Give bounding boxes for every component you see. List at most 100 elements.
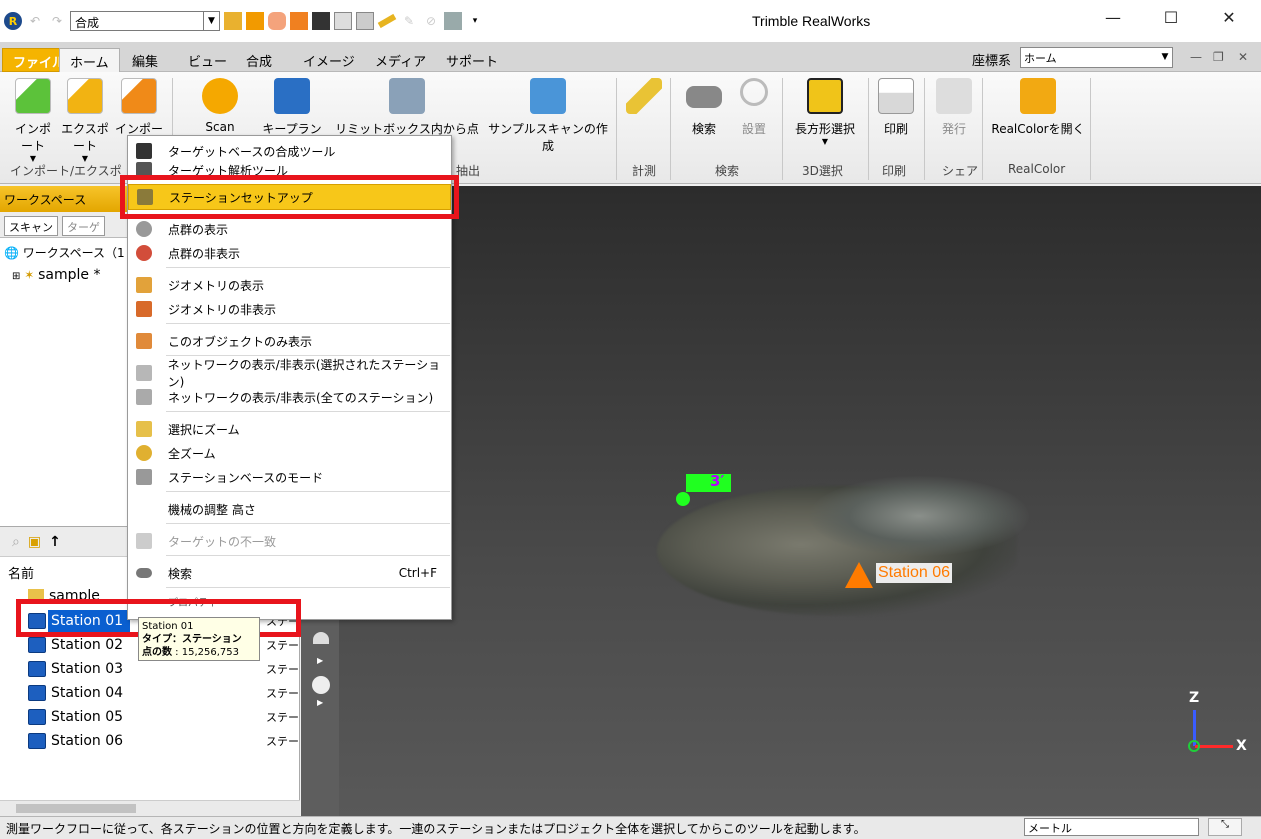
realcolor-open-button[interactable]: RealColorを開く xyxy=(990,78,1086,137)
search-button-label: 検索 xyxy=(691,122,716,136)
rectangle-select-button[interactable]: 長方形選択 ▼ xyxy=(788,78,862,146)
customize-arrow-icon[interactable]: ▾ xyxy=(466,12,484,30)
print-button[interactable]: 印刷 xyxy=(876,78,916,137)
hand-icon[interactable] xyxy=(268,12,286,30)
chevron-right-icon[interactable]: ▶ xyxy=(317,656,323,665)
list-item-station-02[interactable]: Station 02 ステー xyxy=(28,634,299,656)
measure-icon[interactable] xyxy=(377,13,397,29)
mdi-minimize-icon[interactable]: — xyxy=(1190,50,1202,64)
mdi-restore-icon[interactable]: ❐ xyxy=(1213,50,1224,64)
tab-image[interactable]: イメージ xyxy=(293,48,365,72)
unit-field[interactable]: メートル xyxy=(1024,818,1199,836)
isolate-icon xyxy=(136,333,152,349)
group-label-search: 検索 xyxy=(715,164,740,178)
up-arrow-icon[interactable]: ↑ xyxy=(49,534,61,550)
network-all-icon xyxy=(136,389,152,405)
pen-icon[interactable]: ✎ xyxy=(400,12,418,30)
target-point[interactable] xyxy=(676,492,690,506)
orbit-sphere-icon[interactable] xyxy=(312,676,330,694)
app-title: Trimble RealWorks xyxy=(752,13,871,29)
maximize-button[interactable]: ☐ xyxy=(1156,8,1186,27)
menu-item-target-mismatch[interactable]: ターゲットの不一致 xyxy=(128,530,451,552)
search-icon[interactable]: ⌕ xyxy=(12,534,20,550)
chevron-down-icon[interactable]: ▼ xyxy=(1158,48,1172,67)
doc-icon[interactable] xyxy=(356,12,374,30)
menu-item-network-all[interactable]: ネットワークの表示/非表示(全てのステーション) xyxy=(128,386,451,408)
group-label-print: 印刷 xyxy=(882,164,907,178)
menu-item-show-cloud[interactable]: 点群の表示 xyxy=(128,218,451,240)
tab-target[interactable]: ターゲ xyxy=(62,216,105,236)
station-marker-icon[interactable] xyxy=(845,562,873,588)
coordinate-system-combobox[interactable]: ホーム ▼ xyxy=(1020,47,1173,68)
globe-icon: 🌐 xyxy=(4,246,19,260)
menu-item-station-mode[interactable]: ステーションベースのモード xyxy=(128,466,451,488)
menu-item-hide-cloud[interactable]: 点群の非表示 xyxy=(128,242,451,264)
menu-item-search[interactable]: 検索 Ctrl+F xyxy=(128,562,451,584)
menu-item-instrument-height[interactable]: 機械の調整 高さ xyxy=(128,498,451,520)
home-view-icon[interactable] xyxy=(313,632,329,644)
undo-icon[interactable]: ↶ xyxy=(26,12,44,30)
menu-item-hide-geometry[interactable]: ジオメトリの非表示 xyxy=(128,298,451,320)
menu-item-network-selected[interactable]: ネットワークの表示/非表示(選択されたステーション) xyxy=(128,358,451,389)
target-marker[interactable]: 3′ xyxy=(686,472,731,492)
station-06-label: Station 06 xyxy=(876,563,953,583)
zoom-selection-icon xyxy=(136,421,152,437)
menu-separator xyxy=(166,411,450,412)
menu-item-zoom-selection[interactable]: 選択にズーム xyxy=(128,418,451,440)
scan-button[interactable]: Scan xyxy=(198,78,242,134)
chevron-right-icon[interactable]: ▶ xyxy=(317,698,323,707)
ruler-icon xyxy=(626,78,662,114)
chevron-down-icon[interactable]: ▼ xyxy=(203,12,219,30)
sample-scan-button[interactable]: サンプルスキャンの作成 xyxy=(486,78,610,154)
publish-button-label: 発行 xyxy=(941,122,966,136)
group-separator xyxy=(924,78,925,180)
horizontal-scrollbar[interactable] xyxy=(0,800,300,816)
tab-media[interactable]: メディア xyxy=(365,48,436,72)
list-item-station-03[interactable]: Station 03 ステー xyxy=(28,658,299,680)
close-button[interactable]: ✕ xyxy=(1214,8,1244,27)
resize-grip-icon[interactable]: ⤡ xyxy=(1208,818,1242,836)
station-icon xyxy=(28,685,46,701)
menu-label: 選択にズーム xyxy=(168,422,240,437)
minimize-button[interactable]: — xyxy=(1098,8,1128,27)
mode-combobox[interactable]: 合成 ▼ xyxy=(70,11,220,31)
open-folder-icon[interactable] xyxy=(224,12,242,30)
title-bar: R ↶ ↷ 合成 ▼ ✎ ⊘ ▾ Trimble RealWorks — ☐ ✕ xyxy=(0,0,1261,42)
menu-item-zoom-all[interactable]: 全ズーム xyxy=(128,442,451,464)
tab-home[interactable]: ホーム xyxy=(59,48,120,72)
search-button[interactable]: 検索 xyxy=(684,78,724,137)
list-item-station-06[interactable]: Station 06 ステー xyxy=(28,730,299,752)
list-item-station-04[interactable]: Station 04 ステー xyxy=(28,682,299,704)
measure-button[interactable] xyxy=(624,78,664,120)
export-button[interactable]: エクスポート ▼ xyxy=(60,78,110,163)
list-item-station-05[interactable]: Station 05 ステー xyxy=(28,706,299,728)
camera-icon[interactable] xyxy=(290,12,308,30)
menu-item-target-registration[interactable]: ターゲットベースの合成ツール xyxy=(128,140,451,162)
import-button[interactable]: インポート ▼ xyxy=(10,78,56,163)
setup-button[interactable]: 設置 xyxy=(734,78,774,137)
doc-lock-icon[interactable] xyxy=(334,12,352,30)
redo-icon[interactable]: ↷ xyxy=(48,12,66,30)
folder-add-icon[interactable]: ▣ xyxy=(28,534,41,550)
app-logo-icon[interactable]: R xyxy=(4,12,22,30)
menu-item-show-geometry[interactable]: ジオメトリの表示 xyxy=(128,274,451,296)
search-doc-icon[interactable] xyxy=(246,12,264,30)
save-icon[interactable] xyxy=(312,12,330,30)
tab-scan[interactable]: スキャン xyxy=(4,216,58,236)
3d-viewport[interactable]: 3′ Station 06 ⬉ xyxy=(339,186,1261,816)
tab-support[interactable]: サポート xyxy=(436,48,508,72)
menu-label: ターゲットの不一致 xyxy=(168,534,277,549)
tab-registration[interactable]: 合成 xyxy=(236,48,282,72)
publish-icon xyxy=(936,78,972,114)
tab-edit[interactable]: 編集 xyxy=(122,48,168,72)
no-entry-icon[interactable]: ⊘ xyxy=(422,12,440,30)
mdi-close-icon[interactable]: ✕ xyxy=(1238,50,1248,64)
keyplan-button[interactable]: キープラン xyxy=(262,78,322,137)
publish-button[interactable]: 発行 xyxy=(934,78,974,137)
tab-view[interactable]: ビュー xyxy=(178,48,237,72)
export-icon xyxy=(67,78,103,114)
scrollbar-thumb[interactable] xyxy=(16,804,136,813)
menu-item-show-only-this[interactable]: このオブジェクトのみ表示 xyxy=(128,330,451,352)
network-icon[interactable] xyxy=(444,12,462,30)
expand-icon[interactable]: ⊞ xyxy=(12,271,20,282)
